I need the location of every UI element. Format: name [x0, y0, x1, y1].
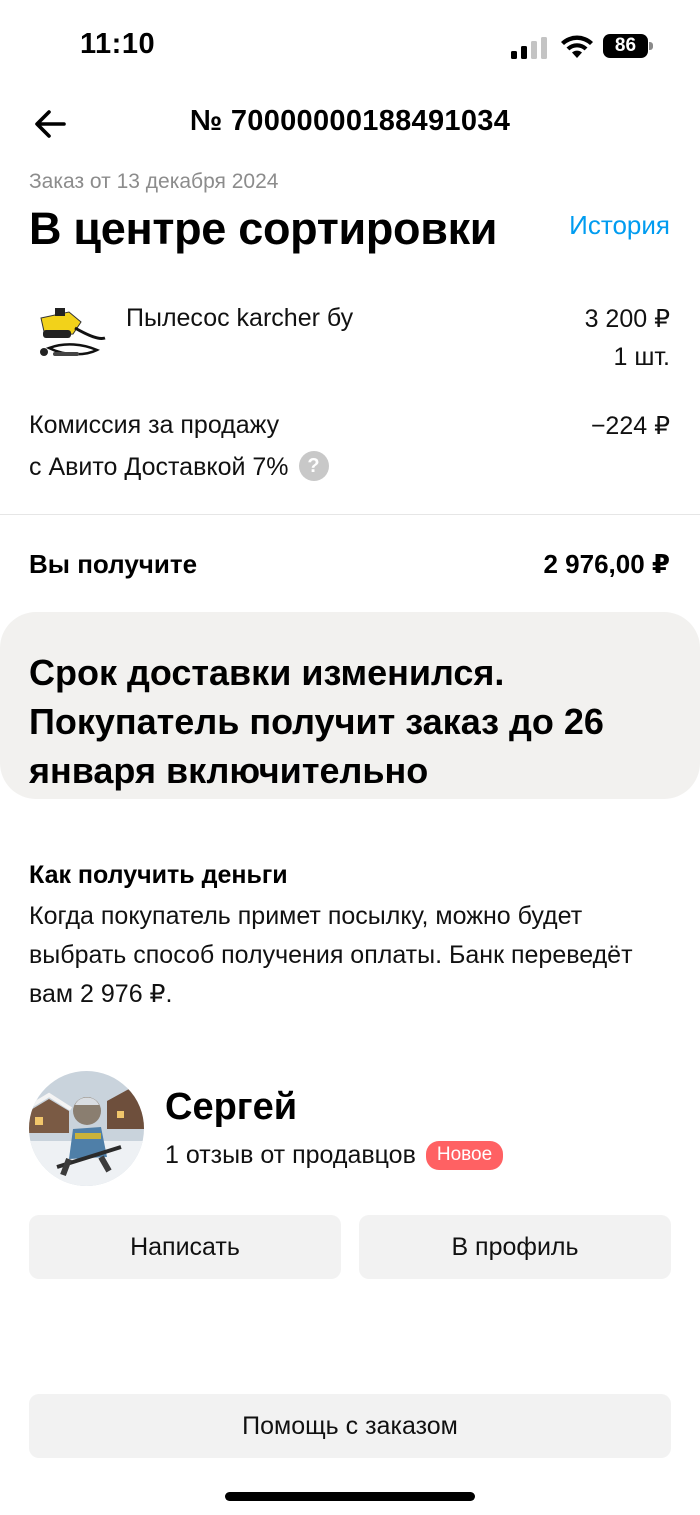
battery-level: 86 — [603, 34, 648, 58]
order-help-button[interactable]: Помощь с заказом — [29, 1394, 671, 1458]
status-time: 11:10 — [80, 28, 156, 60]
seller-name[interactable]: Сергей — [165, 1086, 297, 1129]
history-link[interactable]: История — [569, 210, 670, 241]
item-price: 3 200 ₽ — [584, 305, 670, 333]
seller-reviews[interactable]: 1 отзыв от продавцов — [165, 1141, 416, 1169]
battery-icon: 86 — [603, 34, 653, 58]
item-thumbnail[interactable] — [29, 296, 111, 366]
new-badge: Новое — [425, 1141, 504, 1170]
avatar[interactable] — [29, 1071, 144, 1186]
commission-label-line2: с Авито Доставкой 7%? — [29, 451, 329, 482]
total-value: 2 976,00 ₽ — [543, 549, 670, 579]
wifi-icon — [561, 35, 593, 58]
question-circle-icon[interactable]: ? — [298, 451, 329, 482]
item-quantity: 1 шт. — [613, 343, 670, 371]
battery-tip — [649, 42, 653, 50]
order-status-title: В центре сортировки — [29, 203, 498, 254]
profile-button[interactable]: В профиль — [359, 1215, 671, 1279]
divider — [0, 514, 700, 515]
commission-label-text: с Авито Доставкой 7% — [29, 453, 289, 481]
signal-icon — [511, 37, 547, 59]
write-message-button[interactable]: Написать — [29, 1215, 341, 1279]
total-label: Вы получите — [29, 549, 198, 579]
commission-value: −224 ₽ — [590, 412, 670, 440]
order-date: Заказ от 13 декабря 2024 — [29, 170, 279, 193]
order-page: 11:10 86 № 70000000188491034 Заказ от 13… — [0, 0, 700, 1515]
home-indicator[interactable] — [225, 1492, 475, 1501]
commission-label: Комиссия за продажу — [29, 411, 280, 439]
item-name[interactable]: Пылесос karcher бу — [126, 304, 353, 333]
money-section-text: Когда покупатель примет посылку, можно б… — [29, 902, 633, 1008]
order-number: № 70000000188491034 — [189, 105, 511, 137]
seller-reviews-line: 1 отзыв от продавцов Новое — [165, 1141, 504, 1170]
delivery-notice-text: Срок доставки изменился. Покупатель полу… — [29, 652, 604, 791]
money-section-title: Как получить деньги — [29, 861, 288, 889]
